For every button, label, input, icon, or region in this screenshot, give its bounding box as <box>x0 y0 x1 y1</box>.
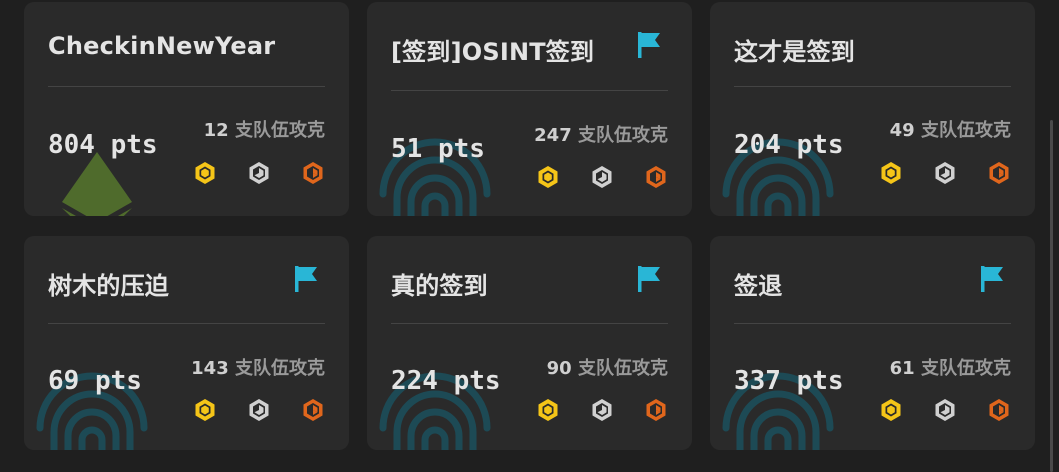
challenge-title: CheckinNewYear <box>48 32 276 60</box>
gold-medal-icon[interactable] <box>536 165 560 189</box>
divider <box>734 86 1011 87</box>
challenge-points: 224 pts <box>391 366 501 396</box>
solve-unit: 支队伍攻克 <box>235 120 325 141</box>
solve-unit: 支队伍攻克 <box>578 358 668 379</box>
flag-icon <box>638 266 662 292</box>
solve-count: 12 支队伍攻克 <box>204 116 325 142</box>
gold-medal-icon[interactable] <box>536 398 560 422</box>
solve-unit: 支队伍攻克 <box>578 125 668 146</box>
solve-count: 90 支队伍攻克 <box>547 354 668 380</box>
scrollbar[interactable] <box>1050 120 1053 472</box>
gold-medal-icon[interactable] <box>879 398 903 422</box>
divider <box>734 323 1011 324</box>
bronze-medal-icon[interactable] <box>301 398 325 422</box>
silver-medal-icon[interactable] <box>590 398 614 422</box>
solve-number: 49 <box>889 120 915 141</box>
silver-medal-icon[interactable] <box>933 398 957 422</box>
flag-icon <box>981 266 1005 292</box>
bronze-medal-icon[interactable] <box>644 398 668 422</box>
challenge-card[interactable]: [签到]OSINT签到 51 pts 247 支队伍攻克 <box>367 2 692 216</box>
medal-row <box>193 398 325 422</box>
challenge-card[interactable]: 这才是签到 204 pts 49 支队伍攻克 <box>710 2 1035 216</box>
gold-medal-icon[interactable] <box>879 161 903 185</box>
medal-row <box>879 398 1011 422</box>
challenge-card[interactable]: 树木的压迫 69 pts 143 支队伍攻克 <box>24 236 349 450</box>
solve-count: 61 支队伍攻克 <box>890 354 1011 380</box>
medal-row <box>193 161 325 185</box>
flag-icon <box>295 266 319 292</box>
challenge-points: 69 pts <box>48 366 142 396</box>
solve-number: 90 <box>546 358 572 379</box>
divider <box>391 90 668 91</box>
medal-row <box>536 165 668 189</box>
challenge-points: 337 pts <box>734 366 844 396</box>
solve-count: 49 支队伍攻克 <box>890 116 1011 142</box>
bronze-medal-icon[interactable] <box>644 165 668 189</box>
solve-unit: 支队伍攻克 <box>921 120 1011 141</box>
ethereum-icon <box>62 152 132 216</box>
challenge-title: 真的签到 <box>391 272 488 300</box>
challenge-title: 这才是签到 <box>734 38 855 66</box>
divider <box>48 323 325 324</box>
solve-number: 247 <box>534 125 572 146</box>
flag-icon <box>638 32 662 58</box>
solve-count: 247 支队伍攻克 <box>534 121 668 147</box>
solve-number: 61 <box>889 358 915 379</box>
solve-unit: 支队伍攻克 <box>235 358 325 379</box>
bronze-medal-icon[interactable] <box>987 398 1011 422</box>
challenge-points: 51 pts <box>391 134 485 164</box>
challenge-card[interactable]: CheckinNewYear 804 pts 12 支队伍攻克 <box>24 2 349 216</box>
gold-medal-icon[interactable] <box>193 161 217 185</box>
medal-row <box>879 161 1011 185</box>
solve-number: 12 <box>203 120 229 141</box>
divider <box>391 323 668 324</box>
challenge-title: [签到]OSINT签到 <box>391 38 595 66</box>
gold-medal-icon[interactable] <box>193 398 217 422</box>
divider <box>48 86 325 87</box>
silver-medal-icon[interactable] <box>590 165 614 189</box>
silver-medal-icon[interactable] <box>247 161 271 185</box>
solve-unit: 支队伍攻克 <box>921 358 1011 379</box>
challenge-points: 804 pts <box>48 130 158 160</box>
medal-row <box>536 398 668 422</box>
silver-medal-icon[interactable] <box>933 161 957 185</box>
bronze-medal-icon[interactable] <box>301 161 325 185</box>
challenge-title: 签退 <box>734 272 783 300</box>
solve-number: 143 <box>191 358 229 379</box>
silver-medal-icon[interactable] <box>247 398 271 422</box>
bronze-medal-icon[interactable] <box>987 161 1011 185</box>
challenge-points: 204 pts <box>734 130 844 160</box>
solve-count: 143 支队伍攻克 <box>191 354 325 380</box>
challenge-title: 树木的压迫 <box>48 272 169 300</box>
challenge-card[interactable]: 签退 337 pts 61 支队伍攻克 <box>710 236 1035 450</box>
challenge-card[interactable]: 真的签到 224 pts 90 支队伍攻克 <box>367 236 692 450</box>
